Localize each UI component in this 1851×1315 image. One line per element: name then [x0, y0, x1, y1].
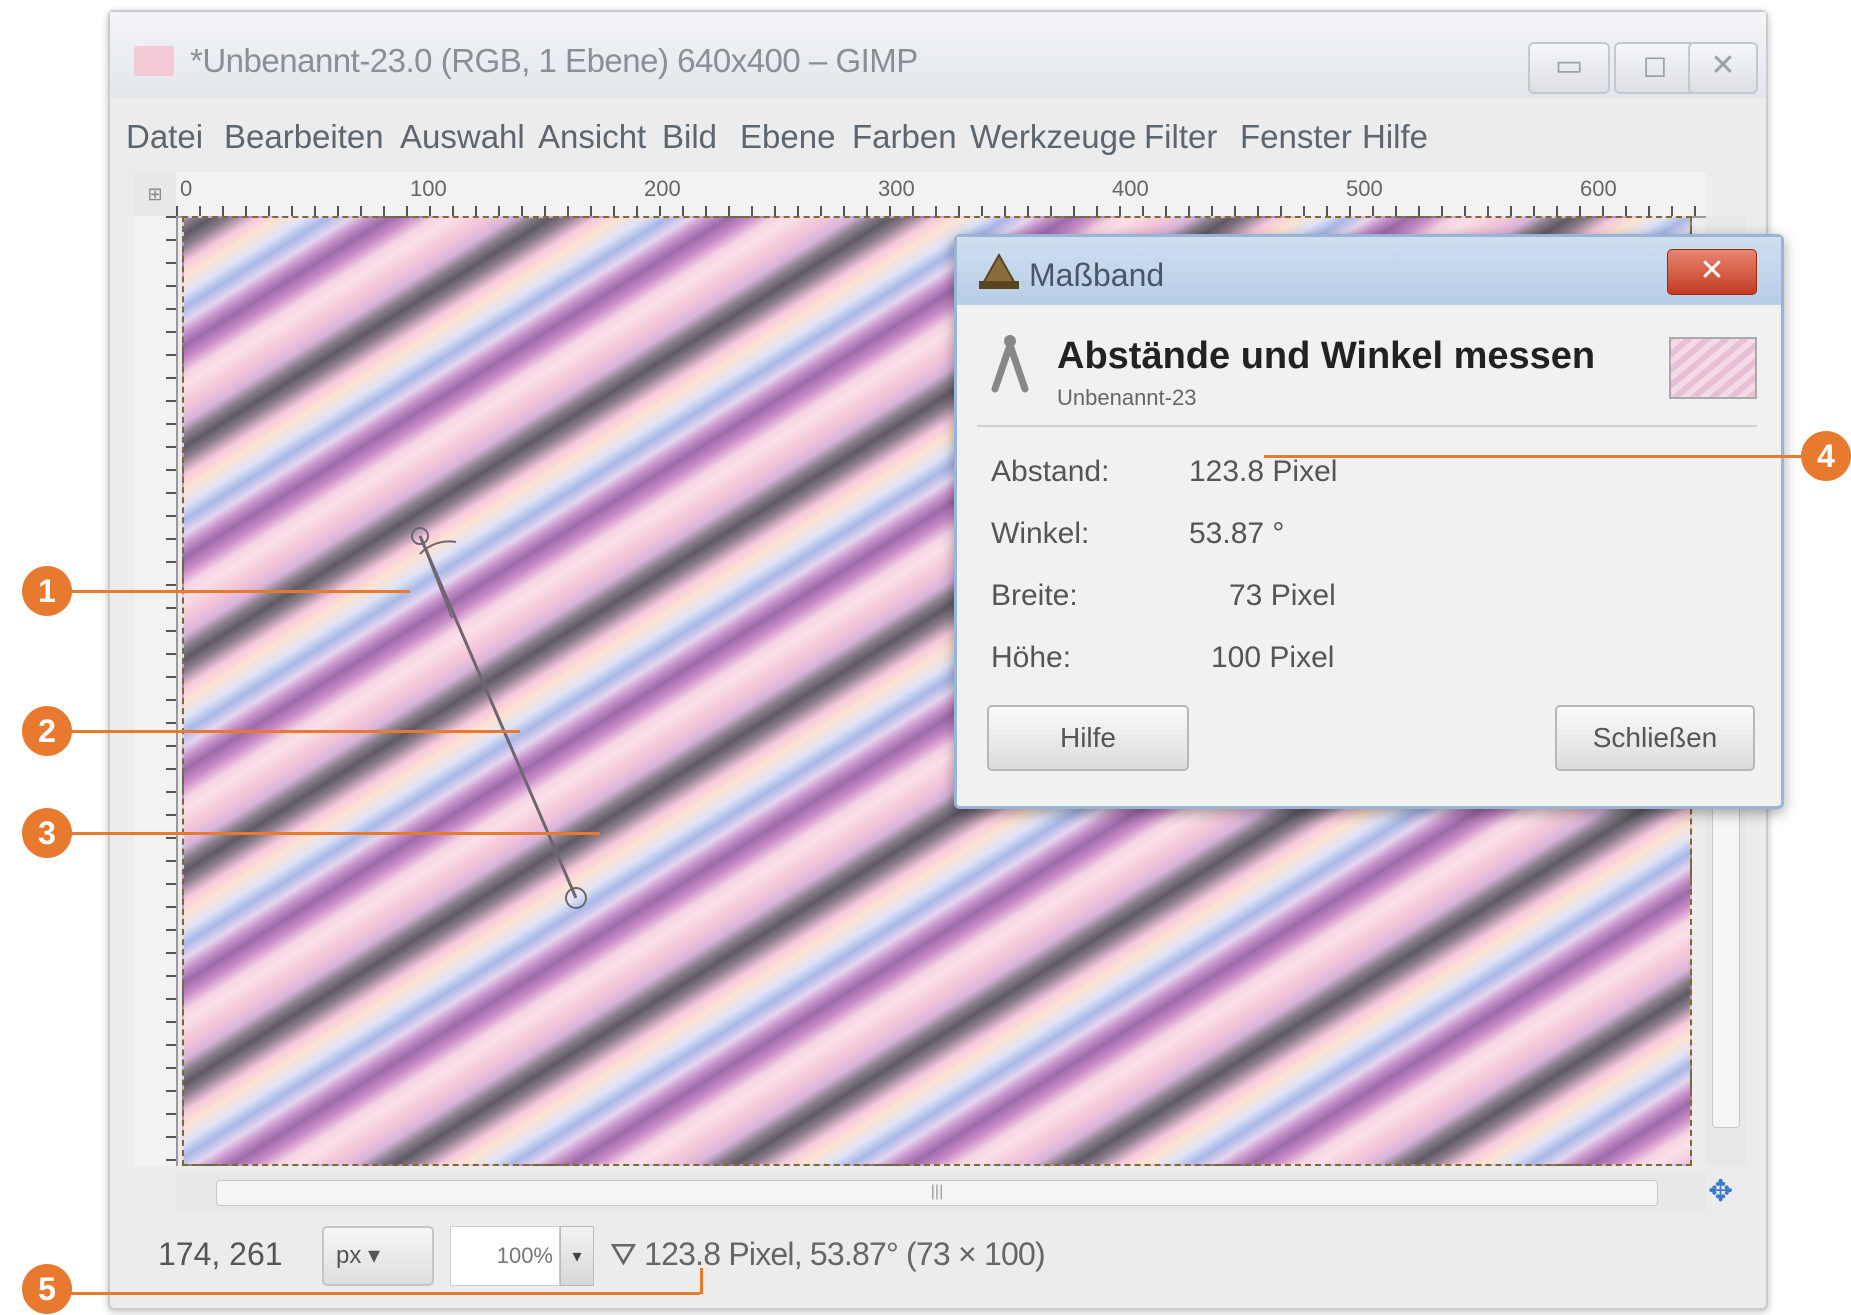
width-value: 73 Pixel: [1229, 579, 1336, 612]
dialog-heading: Abstände und Winkel messen: [1057, 335, 1596, 377]
menu-bar: Datei Bearbeiten Auswahl Ansicht Bild Eb…: [110, 108, 1766, 168]
horizontal-ruler[interactable]: 0 100 200 300 400 500 600: [176, 172, 1706, 218]
callout-line-5-riser: [700, 1268, 703, 1294]
menu-hilfe[interactable]: Hilfe: [1362, 118, 1428, 156]
ruler-tick-label: 300: [878, 176, 915, 201]
height-label: Höhe:: [991, 641, 1072, 674]
minimize-button[interactable]: ▭: [1528, 42, 1610, 94]
menu-auswahl[interactable]: Auswahl: [400, 118, 525, 156]
maximize-button[interactable]: ◻: [1614, 42, 1696, 94]
menu-fenster[interactable]: Fenster: [1240, 118, 1352, 156]
menu-filter[interactable]: Filter: [1144, 118, 1217, 156]
callout-line-2: [60, 730, 520, 733]
callout-badge-2: 2: [22, 706, 72, 756]
gimp-app-icon: [134, 46, 174, 76]
image-preview-thumbnail: [1669, 337, 1757, 399]
title-bar[interactable]: *Unbenannt-23.0 (RGB, 1 Ebene) 640x400 –…: [110, 12, 1766, 98]
close-button[interactable]: ✕: [1688, 42, 1758, 94]
measure-tool-icon: [979, 252, 1019, 289]
status-bar: 174, 261 px ▾ 100% ▾ ⛛ 123.8 Pixel, 53.8…: [110, 1214, 1766, 1310]
close-dialog-button[interactable]: Schließen: [1555, 705, 1755, 771]
dialog-title: Maßband: [1029, 257, 1165, 293]
compass-icon: [991, 335, 1029, 393]
height-value: 100 Pixel: [1211, 641, 1335, 674]
menu-ebene[interactable]: Ebene: [740, 118, 835, 156]
zoom-input[interactable]: 100%: [450, 1226, 560, 1286]
zoom-dropdown-button[interactable]: ▾: [560, 1226, 594, 1286]
status-message: ⛛ 123.8 Pixel, 53.87° (73 × 100): [610, 1236, 1046, 1272]
menu-farben[interactable]: Farben: [852, 118, 957, 156]
distance-label: Abstand:: [991, 455, 1110, 488]
ruler-tick-label: 500: [1346, 176, 1383, 201]
menu-werkzeuge[interactable]: Werkzeuge: [970, 118, 1136, 156]
callout-line-5: [60, 1292, 700, 1295]
callout-line-4: [1264, 455, 1824, 458]
pointer-coordinates: 174, 261: [158, 1236, 283, 1272]
navigate-move-icon[interactable]: ✥: [1708, 1174, 1733, 1209]
horizontal-scrollbar[interactable]: |||: [176, 1172, 1706, 1212]
menu-bearbeiten[interactable]: Bearbeiten: [224, 118, 384, 156]
ruler-tick-label: 200: [644, 176, 681, 201]
divider: [977, 425, 1757, 427]
vertical-ruler[interactable]: [134, 216, 178, 1166]
angle-value: 53.87 °: [1189, 517, 1285, 550]
angle-label: Winkel:: [991, 517, 1090, 550]
horizontal-scroll-thumb[interactable]: |||: [216, 1180, 1658, 1206]
distance-value: 123.8 Pixel: [1189, 455, 1338, 488]
dialog-close-button[interactable]: ✕: [1667, 249, 1757, 295]
ruler-tick-label: 400: [1112, 176, 1149, 201]
navigation-corner-button[interactable]: ⊞: [134, 172, 176, 216]
window-title: *Unbenannt-23.0 (RGB, 1 Ebene) 640x400 –…: [190, 42, 918, 79]
measure-line: [418, 535, 578, 899]
callout-badge-5: 5: [22, 1264, 72, 1314]
callout-line-3: [60, 832, 600, 835]
menu-bild[interactable]: Bild: [662, 118, 717, 156]
measure-dialog: Maßband ✕ Abstände und Winkel messen Unb…: [954, 234, 1784, 809]
ruler-tick-label: 0: [180, 176, 193, 201]
measure-angle-arm: [419, 535, 453, 619]
dialog-image-name: Unbenannt-23: [1057, 385, 1197, 410]
width-label: Breite:: [991, 579, 1078, 612]
gimp-window: *Unbenannt-23.0 (RGB, 1 Ebene) 640x400 –…: [108, 10, 1784, 1310]
ruler-tick-label: 600: [1580, 176, 1617, 201]
callout-badge-1: 1: [22, 566, 72, 616]
callout-badge-4: 4: [1801, 431, 1851, 481]
help-button[interactable]: Hilfe: [987, 705, 1189, 771]
unit-select[interactable]: px ▾: [322, 1226, 434, 1286]
menu-datei[interactable]: Datei: [126, 118, 203, 156]
dialog-title-bar[interactable]: Maßband ✕: [957, 237, 1781, 305]
callout-line-1: [60, 590, 410, 593]
menu-ansicht[interactable]: Ansicht: [538, 118, 646, 156]
ruler-tick-label: 100: [410, 176, 447, 201]
callout-badge-3: 3: [22, 808, 72, 858]
